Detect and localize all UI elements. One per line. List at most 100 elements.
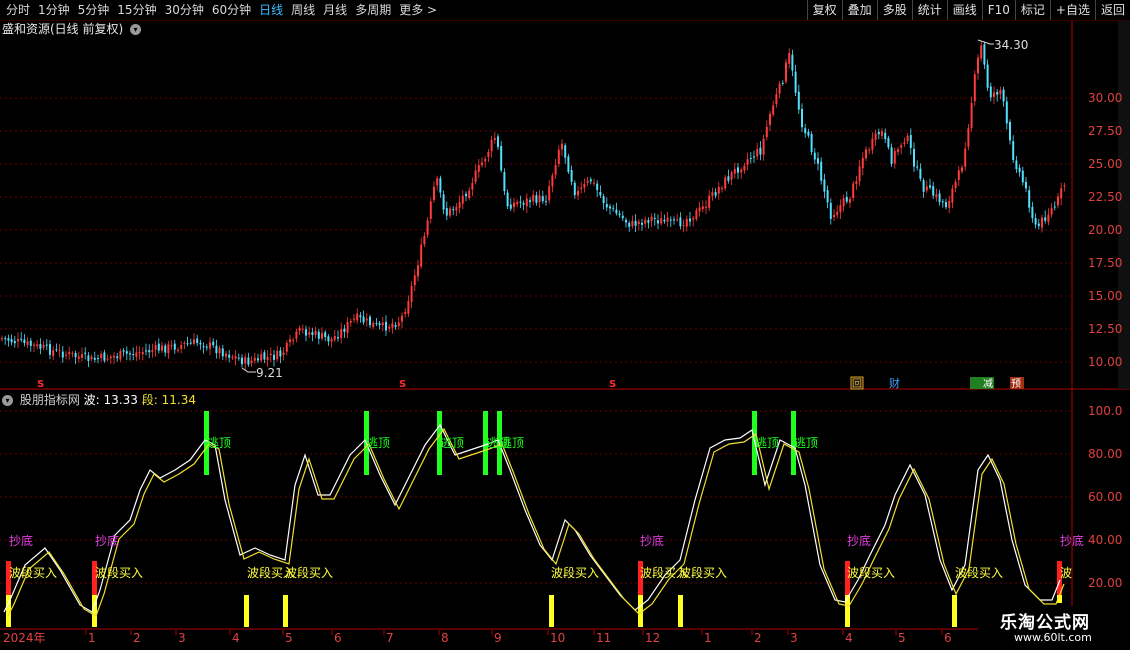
candle-body — [996, 91, 999, 95]
candle-body — [1034, 218, 1037, 225]
candle-body — [343, 328, 346, 332]
candle-body — [682, 225, 685, 227]
candle-body — [340, 329, 343, 339]
tab-monthly[interactable]: 月线 — [319, 0, 351, 20]
candle-body — [77, 356, 80, 359]
tab-15min[interactable]: 15分钟 — [113, 0, 160, 20]
tab-weekly[interactable]: 周线 — [287, 0, 319, 20]
candle-body — [845, 196, 848, 202]
candle-body — [71, 353, 74, 355]
escape-top-labels: 逃顶 逃顶 逃顶 逃顶 逃顶 逃顶 逃顶 — [207, 436, 818, 450]
stock-title: 盛和资源(日线 前复权) — [2, 22, 124, 36]
mark-button[interactable]: 标记 — [1014, 0, 1050, 20]
tab-multi-period[interactable]: 多周期 — [351, 0, 395, 20]
candle-body — [276, 350, 279, 360]
candle-body — [778, 83, 781, 94]
candle-body — [157, 343, 160, 351]
f10-button[interactable]: F10 — [981, 0, 1015, 20]
tab-fenshi[interactable]: 分时 — [2, 0, 34, 20]
event-badge-reduce: 减 — [983, 378, 993, 390]
tab-1min[interactable]: 1分钟 — [34, 0, 74, 20]
tab-5min[interactable]: 5分钟 — [74, 0, 114, 20]
candle-body — [260, 353, 263, 361]
candle-body — [468, 190, 471, 198]
candle-body — [612, 207, 615, 209]
time-axis-label: 6 — [944, 631, 952, 645]
candle-body — [1002, 89, 1005, 102]
candle-body — [148, 350, 151, 353]
restore-rights-button[interactable]: 复权 — [806, 0, 842, 20]
back-button[interactable]: 返回 — [1094, 0, 1130, 20]
candle-body — [359, 315, 362, 318]
add-watchlist-button[interactable]: +自选 — [1049, 0, 1095, 20]
candle-body — [557, 149, 560, 165]
candle-body — [794, 71, 797, 93]
candle-body — [209, 342, 211, 349]
time-axis-label: 2024年 — [3, 631, 46, 645]
candle-body — [55, 349, 58, 351]
candle-body — [423, 236, 426, 245]
bottom-fish-label: 抄底 — [1060, 533, 1084, 548]
candle-body — [372, 322, 375, 328]
sell-marker: S — [37, 379, 44, 390]
chevron-down-icon[interactable]: ▾ — [2, 395, 13, 406]
statistics-button[interactable]: 统计 — [911, 0, 947, 20]
candle-body — [52, 350, 55, 357]
tab-60min[interactable]: 60分钟 — [208, 0, 255, 20]
band-buy-label: 波段买入 — [640, 565, 688, 580]
candle-body — [855, 180, 858, 185]
time-axis-label: 8 — [441, 631, 449, 645]
candle-body — [135, 352, 138, 357]
candle-body — [292, 340, 295, 342]
candle-body — [314, 330, 317, 335]
candle-body — [228, 354, 231, 358]
candle-body — [305, 329, 307, 336]
candle-body — [215, 345, 218, 354]
candle-body — [61, 351, 64, 358]
band-buy-label: 波 — [1060, 566, 1072, 580]
candle-body — [381, 322, 384, 326]
tab-more[interactable]: 更多 > — [395, 0, 441, 20]
candle-body — [407, 301, 410, 314]
chevron-down-icon[interactable]: ▾ — [130, 24, 142, 35]
candle-body — [257, 358, 259, 361]
indicator-axis-label: 100.0 — [1088, 404, 1122, 418]
bottom-fish-label: 抄底 — [847, 533, 871, 548]
candle-body — [100, 354, 103, 359]
candle-body — [666, 217, 669, 222]
band-buy-label: 波段买入 — [247, 565, 295, 580]
candle-body — [205, 346, 208, 348]
overlay-button[interactable]: 叠加 — [841, 0, 877, 20]
band-buy-label: 波段买入 — [679, 565, 727, 580]
candle-body — [653, 217, 656, 219]
candle-body — [580, 187, 583, 190]
candle-body — [743, 165, 746, 171]
candle-body — [593, 182, 595, 184]
candle-body — [660, 218, 663, 224]
chart-canvas: 30.00 27.50 25.00 22.50 20.00 17.50 15.0… — [0, 21, 1130, 650]
multi-stock-button[interactable]: 多股 — [876, 0, 912, 20]
candle-body — [413, 275, 416, 286]
candle-body — [119, 351, 122, 360]
candle-body — [609, 206, 611, 209]
draw-line-button[interactable]: 画线 — [946, 0, 982, 20]
candle-body — [125, 351, 128, 354]
tab-30min[interactable]: 30分钟 — [161, 0, 208, 20]
candle-body — [410, 286, 413, 302]
candle-body — [791, 54, 794, 71]
candle-body — [1057, 196, 1059, 206]
candle-body — [647, 220, 650, 223]
candle-body — [186, 343, 189, 345]
candle-body — [346, 322, 349, 334]
candle-body — [564, 145, 567, 158]
candle-body — [913, 148, 915, 167]
candle-body — [602, 196, 605, 204]
high-marker: 34.30 — [977, 38, 1028, 52]
candle-body — [810, 134, 813, 153]
candle-body — [404, 311, 407, 314]
tab-daily[interactable]: 日线 — [255, 0, 287, 20]
candle-body — [87, 355, 90, 361]
escape-top-label: 逃顶 — [500, 436, 524, 450]
band-buy-label: 波段买入 — [9, 565, 57, 580]
watermark-name: 乐淘公式网 — [1000, 613, 1090, 633]
